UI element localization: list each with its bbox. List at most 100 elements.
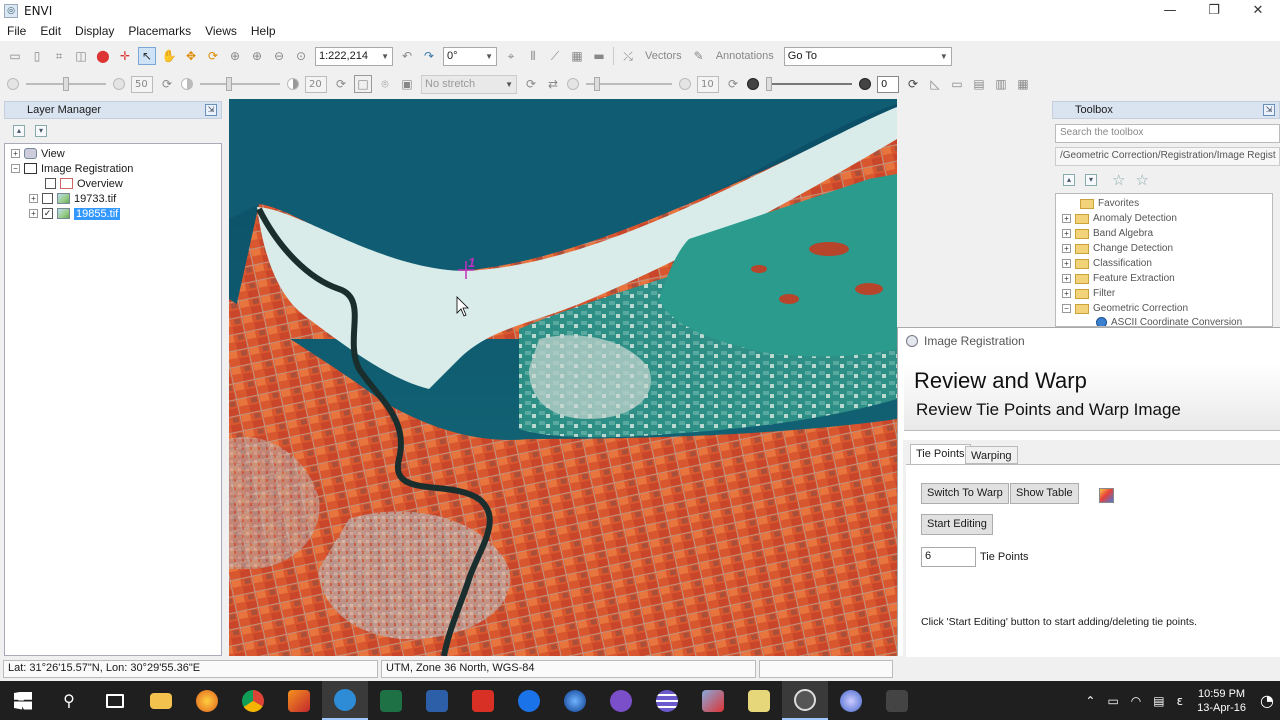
- menu-views[interactable]: Views: [198, 24, 244, 38]
- tab-tie-points[interactable]: Tie Points: [910, 444, 971, 465]
- toolbox-item-favorites[interactable]: Favorites: [1080, 196, 1139, 211]
- toolbox-item-ascii-coordinate-conversion[interactable]: ASCII Coordinate Conversion: [1096, 315, 1242, 326]
- rotate-icon[interactable]: ⟳: [204, 47, 222, 65]
- expand-all-icon[interactable]: ▾: [35, 125, 47, 137]
- expand-icon[interactable]: +: [1062, 214, 1071, 223]
- reset-contrast-icon[interactable]: ⟳: [332, 75, 350, 93]
- taskbar-clock[interactable]: 10:59 PM 13-Apr-16: [1197, 687, 1246, 715]
- spectral-profile-icon[interactable]: ⟋: [546, 47, 564, 65]
- open-icon[interactable]: ▭: [6, 47, 24, 65]
- chart-icon[interactable]: ▦: [568, 47, 586, 65]
- tree-node-file1[interactable]: + 19733.tif: [29, 191, 116, 206]
- vertical-profile-icon[interactable]: ⫴: [524, 47, 542, 65]
- tree-node-view[interactable]: + View: [11, 146, 65, 161]
- toolbox-item-anomaly-detection[interactable]: + Anomaly Detection: [1062, 211, 1177, 226]
- taskbar-search-app[interactable]: [322, 681, 368, 720]
- select-cursor-icon[interactable]: ↖: [138, 47, 156, 65]
- zoom-full-icon[interactable]: ⊙: [292, 47, 310, 65]
- expand-icon[interactable]: +: [1062, 259, 1071, 268]
- ruler-icon[interactable]: ▬: [590, 47, 608, 65]
- expand-icon[interactable]: +: [1062, 274, 1071, 283]
- favorite-add-icon[interactable]: ☆: [1112, 171, 1125, 189]
- sharpen-slider[interactable]: [586, 77, 672, 91]
- taskbar-arcmap[interactable]: [414, 681, 460, 720]
- show-table-button[interactable]: Show Table: [1010, 483, 1079, 504]
- taskbar-globe-app[interactable]: [552, 681, 598, 720]
- action-center-icon[interactable]: ◔: [1260, 691, 1274, 710]
- vectors-menu[interactable]: Vectors: [645, 50, 682, 62]
- taskbar-app-sun[interactable]: [184, 681, 230, 720]
- collapse-icon[interactable]: −: [11, 164, 20, 173]
- tie-point-color-icon[interactable]: [1099, 488, 1114, 503]
- language-indicator[interactable]: ε: [1177, 694, 1184, 708]
- taskbar-app-stripes[interactable]: [644, 681, 690, 720]
- battery-icon[interactable]: ▭: [1107, 694, 1118, 708]
- placemark-icon[interactable]: ⬤: [94, 47, 112, 65]
- taskbar-app-dark[interactable]: [874, 681, 920, 720]
- taskbar-browser[interactable]: [506, 681, 552, 720]
- expand-icon[interactable]: +: [1062, 229, 1071, 238]
- toolbox-item-change-detection[interactable]: + Change Detection: [1062, 241, 1173, 256]
- reset-transparency-icon[interactable]: ⟳: [904, 75, 922, 93]
- search-button[interactable]: ⚲: [46, 681, 92, 720]
- portal-icon[interactable]: ◺: [926, 75, 944, 93]
- pin-icon[interactable]: ⇲: [1263, 104, 1275, 116]
- transparency-value[interactable]: 0: [877, 75, 899, 93]
- satellite-image[interactable]: N 1: [229, 99, 897, 656]
- annotations-menu[interactable]: Annotations: [716, 50, 774, 62]
- zoom-icon[interactable]: ⊕: [226, 47, 244, 65]
- brightness-slider[interactable]: [26, 77, 106, 91]
- new-icon[interactable]: ▯: [28, 47, 46, 65]
- taskbar-chrome[interactable]: [230, 681, 276, 720]
- taskbar-notes[interactable]: [736, 681, 782, 720]
- stretch-box-icon[interactable]: □: [354, 75, 372, 93]
- zoom-in-icon[interactable]: ⊕: [248, 47, 266, 65]
- menu-placemarks[interactable]: Placemarks: [121, 24, 198, 38]
- stretch-combo[interactable]: No stretch ▼: [421, 74, 517, 94]
- contrast-slider-knob[interactable]: [226, 77, 232, 91]
- taskbar-matlab[interactable]: [276, 681, 322, 720]
- vectors-icon[interactable]: ⤯: [619, 47, 637, 65]
- scale-combo[interactable]: 1:222,214 ▼: [315, 46, 393, 66]
- minimize-button[interactable]: —: [1148, 0, 1192, 21]
- expand-icon[interactable]: +: [1062, 289, 1071, 298]
- annotations-icon[interactable]: ✎: [690, 47, 708, 65]
- toolbox-item-filter[interactable]: + Filter: [1062, 286, 1115, 301]
- refresh-stretch-icon[interactable]: ⟳: [522, 75, 540, 93]
- fly-icon[interactable]: ✥: [182, 47, 200, 65]
- toolbox-item-classification[interactable]: + Classification: [1062, 256, 1152, 271]
- blend-icon[interactable]: ▭: [948, 75, 966, 93]
- menu-display[interactable]: Display: [68, 24, 121, 38]
- rotate-right-icon[interactable]: ↷: [420, 47, 438, 65]
- overview-checkbox[interactable]: [45, 178, 56, 189]
- taskbar-app-arrow[interactable]: [690, 681, 736, 720]
- brightness-slider-knob[interactable]: [63, 77, 69, 91]
- zoom-out-icon[interactable]: ⊖: [270, 47, 288, 65]
- rotate-left-icon[interactable]: ↶: [398, 47, 416, 65]
- collapse-all-icon[interactable]: ▴: [1063, 174, 1075, 186]
- menu-edit[interactable]: Edit: [33, 24, 68, 38]
- toolbox-item-band-algebra[interactable]: + Band Algebra: [1062, 226, 1153, 241]
- sharpen-value[interactable]: 10: [697, 75, 719, 93]
- tie-point-count-field[interactable]: 6: [921, 547, 976, 567]
- taskbar-file-explorer[interactable]: [138, 681, 184, 720]
- expand-icon[interactable]: +: [29, 209, 38, 218]
- contrast-value[interactable]: 20: [305, 75, 327, 93]
- collapse-icon[interactable]: −: [1062, 304, 1071, 313]
- menu-file[interactable]: File: [0, 24, 33, 38]
- flicker-icon[interactable]: ▤: [970, 75, 988, 93]
- stretch-options-icon[interactable]: ⇄: [544, 75, 562, 93]
- taskbar-app-purple[interactable]: [598, 681, 644, 720]
- tree-node-image-registration[interactable]: − Image Registration: [11, 161, 133, 176]
- favorite-icon[interactable]: ☆: [1135, 171, 1148, 189]
- toolbox-search-input[interactable]: Search the toolbox: [1055, 124, 1280, 143]
- tree-node-overview[interactable]: Overview: [45, 176, 123, 191]
- message-icon[interactable]: ▤: [1153, 694, 1164, 708]
- collapse-all-icon[interactable]: ▴: [13, 125, 25, 137]
- start-button[interactable]: [0, 681, 46, 720]
- pan-hand-icon[interactable]: ✋: [160, 47, 178, 65]
- contrast-slider[interactable]: [200, 77, 280, 91]
- close-button[interactable]: ✕: [1236, 0, 1280, 21]
- sharpen-slider-knob[interactable]: [594, 77, 600, 91]
- show-hidden-icons[interactable]: ⌃: [1085, 694, 1095, 708]
